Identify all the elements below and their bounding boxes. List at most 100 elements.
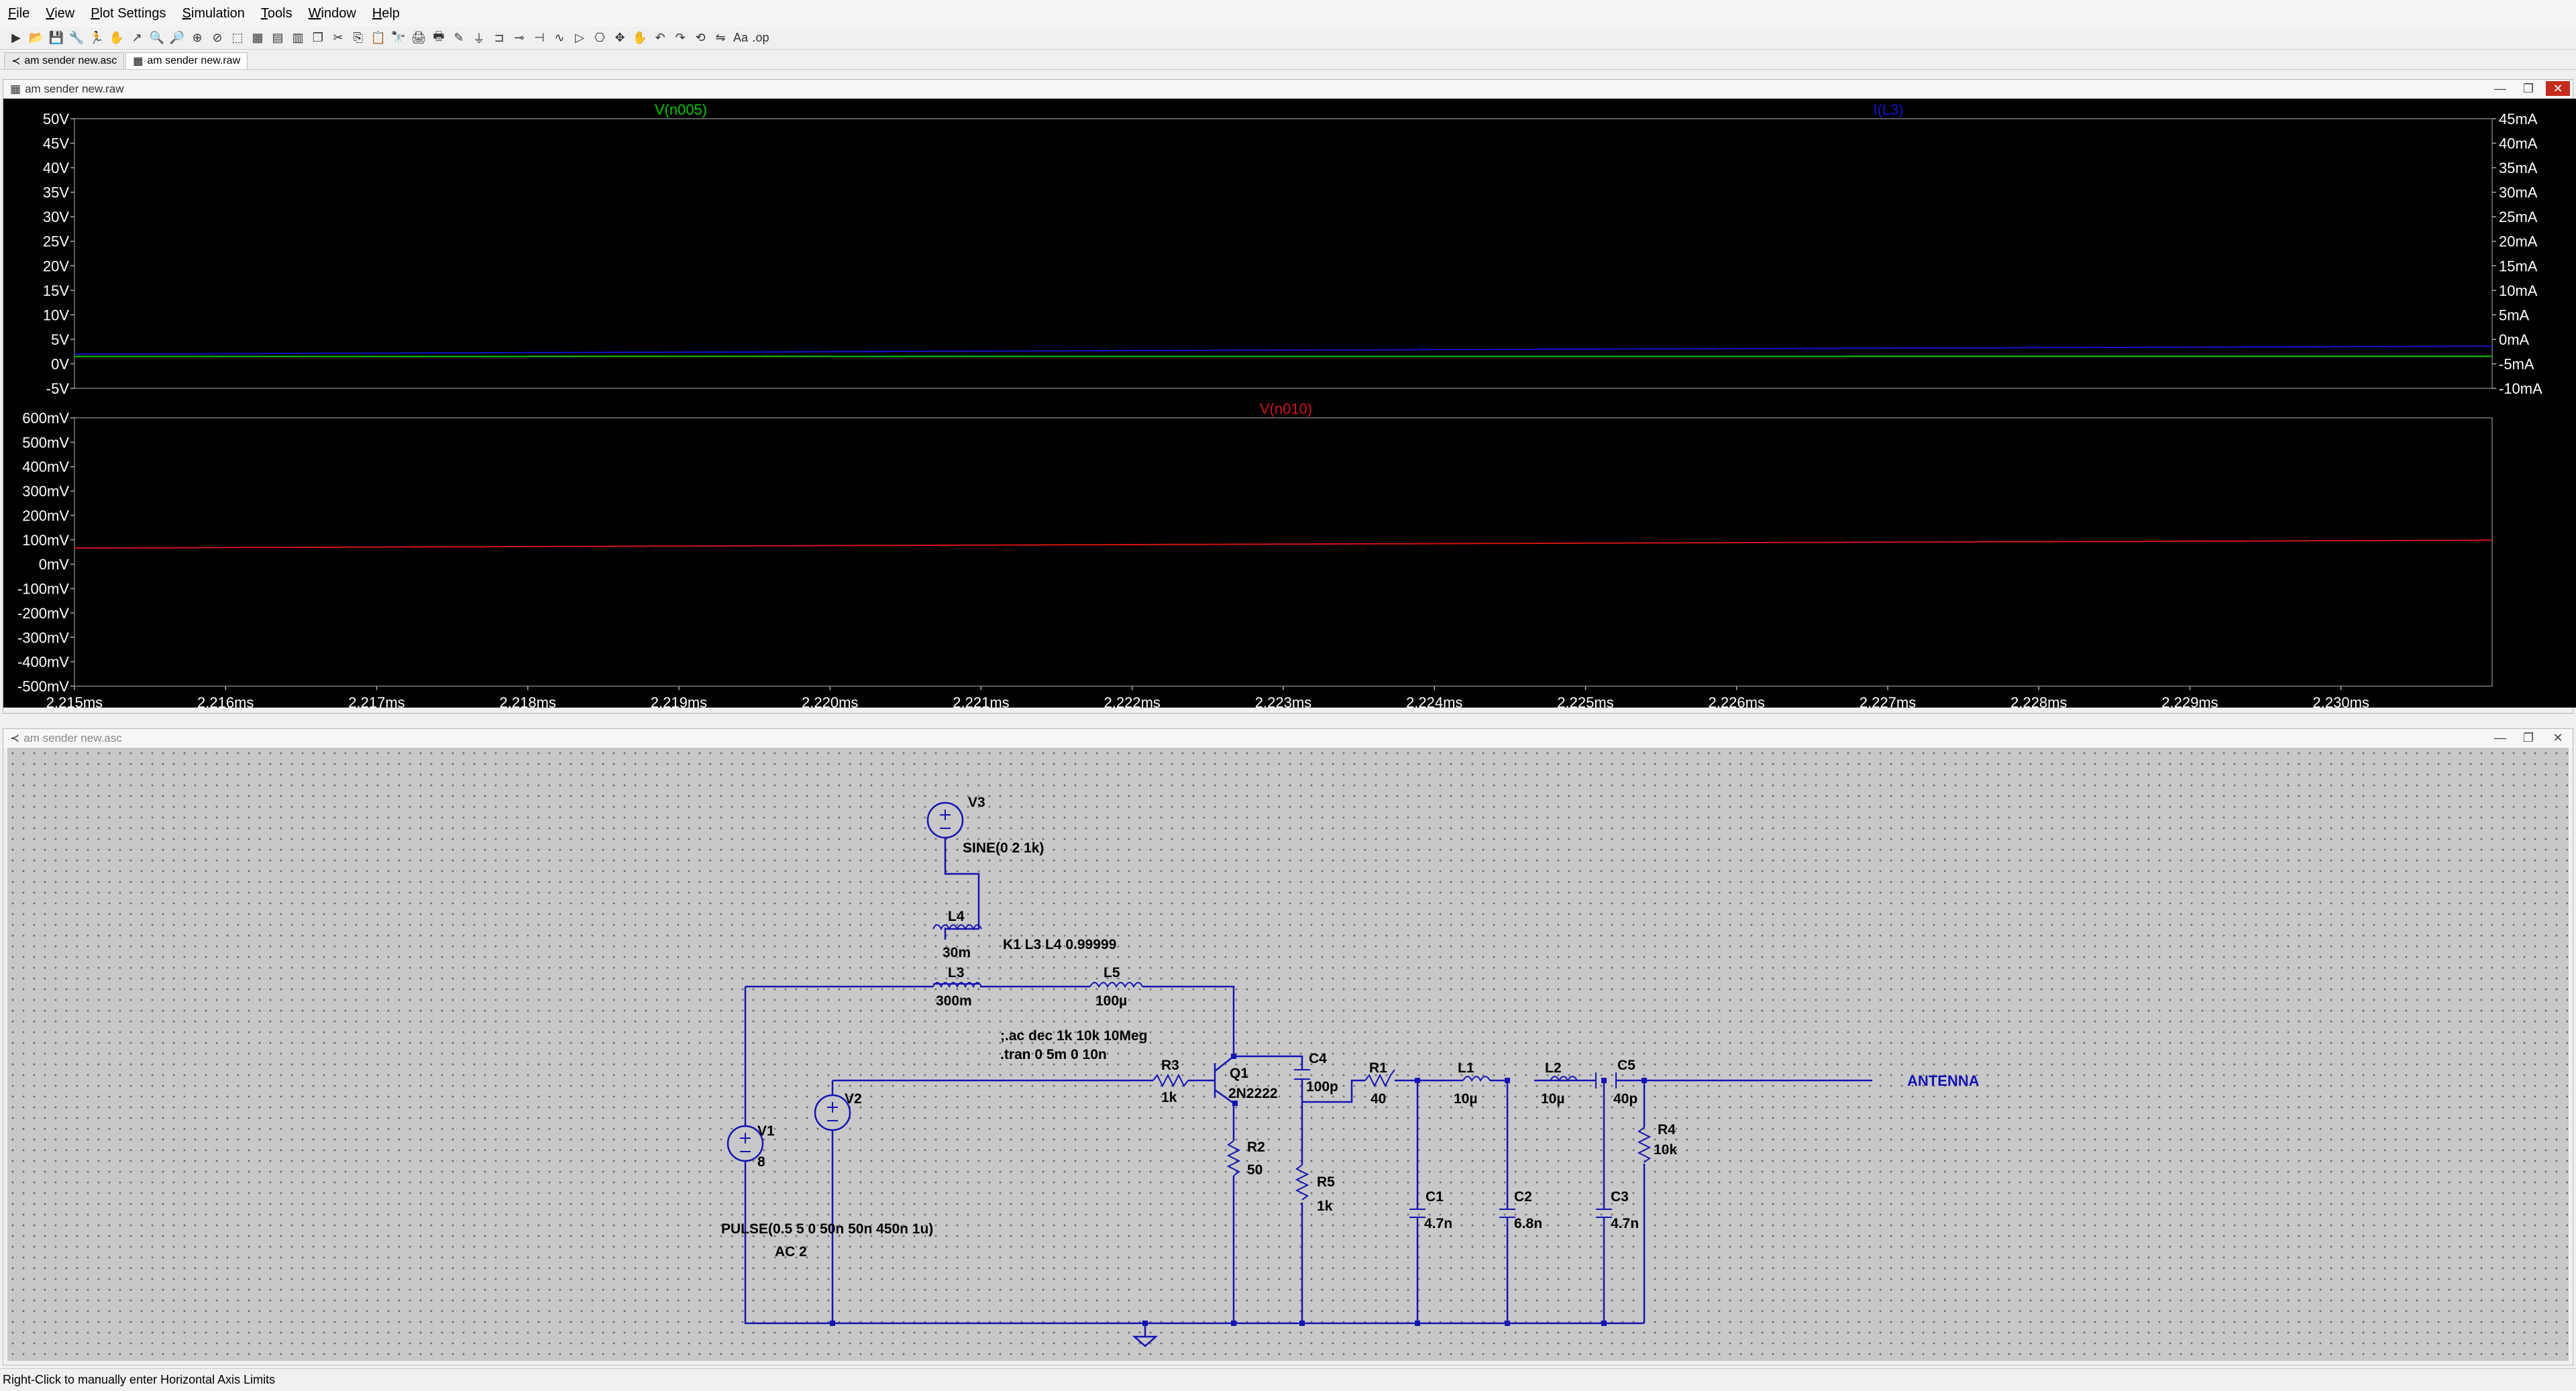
paste-icon[interactable]: 📋 bbox=[370, 30, 386, 46]
menu-tools[interactable]: Tools bbox=[253, 6, 301, 21]
print-preview-icon[interactable]: 🖶 bbox=[431, 30, 447, 46]
xtick-label: 2.220ms bbox=[802, 694, 858, 708]
r5-value: 1k bbox=[1317, 1199, 1333, 1214]
trace-label-il3: I(L3) bbox=[1873, 101, 1903, 118]
maximize-button[interactable]: ❐ bbox=[2516, 81, 2540, 96]
pane1-ytick-left: 50V bbox=[43, 111, 69, 127]
r3-value: 1k bbox=[1161, 1090, 1177, 1105]
control-panel-icon[interactable]: 🔧 bbox=[68, 30, 85, 46]
inductor-icon[interactable]: ∿ bbox=[551, 30, 568, 46]
copy-icon[interactable]: ⎘ bbox=[350, 30, 366, 46]
l1-name: L1 bbox=[1458, 1060, 1474, 1076]
menu-help[interactable]: Help bbox=[364, 6, 408, 21]
pane2-ytick: -500mV bbox=[17, 678, 69, 695]
autorange-icon[interactable]: ⬚ bbox=[229, 30, 246, 46]
run-icon[interactable]: ▶ bbox=[8, 30, 24, 46]
pane2-ytick: 200mV bbox=[22, 507, 69, 524]
zoom-cancel-icon[interactable]: ⊘ bbox=[209, 30, 225, 46]
menu-plot-settings[interactable]: Plot Settings bbox=[83, 6, 174, 21]
waveform-icon: ▦ bbox=[133, 56, 144, 67]
c3-name: C3 bbox=[1611, 1189, 1629, 1205]
xtick-label: 2.223ms bbox=[1255, 694, 1311, 708]
redo-icon[interactable]: ↷ bbox=[672, 30, 688, 46]
pane1-ytick-right: 10mA bbox=[2499, 282, 2538, 299]
r2-name: R2 bbox=[1247, 1139, 1265, 1155]
probe-icon[interactable]: ↗ bbox=[129, 30, 145, 46]
plot-area[interactable]: 50V 45V 40V 35V 30V 25V 20V 15V 10V 5V 0V -5V 45mA 40… bbox=[3, 99, 2576, 708]
halt-icon[interactable]: ✋ bbox=[109, 30, 125, 46]
capacitor-icon[interactable]: ⊣ bbox=[531, 30, 547, 46]
pane1-ytick-right: 20mA bbox=[2499, 233, 2538, 250]
ac-directive: ;.ac dec 1k 10k 10Meg bbox=[1000, 1028, 1147, 1044]
schematic-drawing[interactable]: V3 SINE(0 2 1k) L4 30m K1 L3 L4 0.99999 … bbox=[7, 748, 2570, 1362]
diode-icon[interactable]: ▷ bbox=[572, 30, 588, 46]
zoom-out-icon[interactable]: 🔎 bbox=[169, 30, 185, 46]
menu-view[interactable]: View bbox=[38, 6, 83, 21]
v3-value: SINE(0 2 1k) bbox=[963, 840, 1044, 856]
cut-icon[interactable]: ✂ bbox=[330, 30, 346, 46]
trace-il3 bbox=[74, 345, 2492, 355]
spice-directive-icon[interactable]: .op bbox=[752, 30, 769, 46]
open-icon[interactable]: 📂 bbox=[28, 30, 44, 46]
menu-bar: File View Plot Settings Simulation Tools… bbox=[0, 0, 2576, 27]
pane2-ytick: 400mV bbox=[22, 459, 69, 476]
zoom-fit-icon[interactable]: ⊕ bbox=[189, 30, 205, 46]
v2-value: PULSE(0.5 5 0 50n 50n 450n 1u) bbox=[721, 1221, 933, 1237]
plot-window-title: ▦ am sender new.raw bbox=[3, 80, 2573, 99]
q1-value: 2N2222 bbox=[1228, 1086, 1278, 1101]
schematic-canvas[interactable]: V3 SINE(0 2 1k) L4 30m K1 L3 L4 0.99999 … bbox=[7, 748, 2569, 1361]
mirror-icon[interactable]: ⇋ bbox=[712, 30, 729, 46]
grid-icon[interactable]: ▦ bbox=[250, 30, 266, 46]
rotate-icon[interactable]: ⟲ bbox=[692, 30, 708, 46]
schem-minimize-button[interactable]: — bbox=[2488, 730, 2512, 745]
r2-value: 50 bbox=[1247, 1162, 1263, 1178]
cascade-icon[interactable]: ❐ bbox=[310, 30, 326, 46]
text-icon[interactable]: Aa bbox=[733, 30, 749, 46]
xtick-label: 2.216ms bbox=[197, 694, 254, 708]
pane1-ytick-left: 40V bbox=[43, 160, 69, 176]
xtick-label: 2.230ms bbox=[2313, 694, 2369, 708]
tab-raw[interactable]: ▦ am sender new.raw bbox=[125, 52, 248, 69]
tab-asc[interactable]: ≺ am sender new.asc bbox=[4, 52, 125, 69]
pane1-ytick-right: -10mA bbox=[2499, 380, 2542, 397]
resistor-icon[interactable]: ⊸ bbox=[511, 30, 527, 46]
find-icon[interactable]: 🔭 bbox=[390, 30, 407, 46]
minimize-button[interactable]: — bbox=[2488, 81, 2512, 96]
v1-name: V1 bbox=[757, 1123, 775, 1139]
ground-icon[interactable]: ⏚ bbox=[471, 30, 487, 46]
status-bar: Right-Click to manually enter Horizontal… bbox=[0, 1368, 2576, 1391]
v3-name: V3 bbox=[968, 795, 985, 810]
schem-close-button[interactable]: ✕ bbox=[2546, 730, 2570, 745]
menu-simulation[interactable]: Simulation bbox=[174, 6, 253, 21]
schem-maximize-button[interactable]: ❐ bbox=[2516, 730, 2540, 745]
tile-vertical-icon[interactable]: ▥ bbox=[290, 30, 306, 46]
v1-value: 8 bbox=[757, 1154, 765, 1170]
label-icon[interactable]: ⊐ bbox=[491, 30, 507, 46]
pane1-ytick-right: 30mA bbox=[2499, 184, 2538, 201]
pane2-ytick: -400mV bbox=[17, 654, 69, 671]
print-icon[interactable]: 🖨 bbox=[411, 30, 427, 46]
pane1-ytick-right: 45mA bbox=[2499, 111, 2538, 127]
pane1-ytick-left: 5V bbox=[51, 331, 69, 348]
c2-name: C2 bbox=[1514, 1189, 1532, 1205]
pane2-ytick: 600mV bbox=[22, 410, 69, 427]
pane2-frame bbox=[74, 417, 2493, 687]
close-button[interactable]: ✕ bbox=[2546, 81, 2570, 96]
undo-icon[interactable]: ↶ bbox=[652, 30, 668, 46]
drag-icon[interactable]: ✋ bbox=[632, 30, 648, 46]
r5-name: R5 bbox=[1317, 1174, 1335, 1190]
pane1-ytick-right: 40mA bbox=[2499, 135, 2538, 152]
tile-horizontal-icon[interactable]: ▤ bbox=[270, 30, 286, 46]
xtick-label: 2.229ms bbox=[2161, 694, 2218, 708]
wire-icon[interactable]: ✎ bbox=[451, 30, 467, 46]
zoom-in-icon[interactable]: 🔍 bbox=[149, 30, 165, 46]
waveform-plot[interactable]: 50V 45V 40V 35V 30V 25V 20V 15V 10V 5V 0V -5V 45mA 40… bbox=[3, 99, 2574, 708]
menu-window[interactable]: Window bbox=[301, 6, 364, 21]
move-icon[interactable]: ✥ bbox=[612, 30, 628, 46]
component-icon[interactable]: ⎔ bbox=[592, 30, 608, 46]
trace-label-vn010: V(n010) bbox=[1260, 400, 1312, 417]
menu-file[interactable]: File bbox=[0, 6, 38, 21]
l1-value: 10µ bbox=[1454, 1091, 1477, 1107]
save-icon[interactable]: 💾 bbox=[48, 30, 64, 46]
run-sim-icon[interactable]: 🏃 bbox=[89, 30, 105, 46]
